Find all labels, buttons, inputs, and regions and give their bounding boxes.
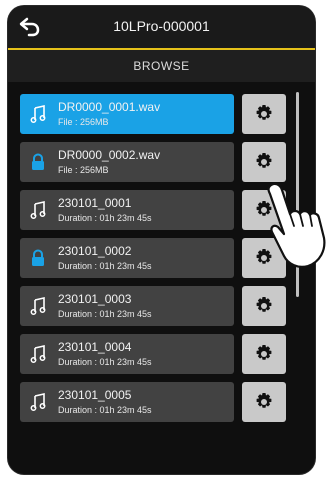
file-name: 230101_0001 — [58, 196, 132, 210]
file-meta: Duration : 01h 23m 45s — [58, 309, 152, 319]
file-name: 230101_0003 — [58, 292, 132, 306]
file-name: DR0000_0001.wav — [58, 100, 161, 114]
gear-icon — [256, 393, 272, 408]
file-card[interactable]: 230101_0003 Duration : 01h 23m 45s — [20, 286, 234, 326]
gear-icon — [256, 345, 272, 360]
lock-icon — [30, 249, 46, 267]
file-name: DR0000_0002.wav — [58, 148, 161, 162]
file-meta: File : 256MB — [58, 117, 109, 127]
section-header: BROWSE — [8, 50, 315, 82]
file-card[interactable]: DR0000_0002.wav File : 256MB — [20, 142, 234, 182]
music-note-icon — [30, 105, 46, 123]
file-meta: Duration : 01h 23m 45s — [58, 357, 152, 367]
list-item[interactable]: DR0000_0001.wav File : 256MB — [20, 94, 306, 134]
list-item[interactable]: 230101_0005 Duration : 01h 23m 45s — [20, 382, 306, 422]
gear-icon — [256, 297, 272, 312]
music-note-icon — [30, 345, 46, 363]
settings-button[interactable] — [242, 382, 286, 422]
settings-button[interactable] — [242, 334, 286, 374]
file-card[interactable]: 230101_0001 Duration : 01h 23m 45s — [20, 190, 234, 230]
list-item[interactable]: 230101_0003 Duration : 01h 23m 45s — [20, 286, 306, 326]
music-note-icon — [30, 393, 46, 411]
file-card[interactable]: 230101_0004 Duration : 01h 23m 45s — [20, 334, 234, 374]
lock-icon — [30, 153, 46, 171]
file-meta: Duration : 01h 23m 45s — [58, 405, 152, 415]
page-title: 10LPro-000001 — [113, 18, 210, 34]
file-name: 230101_0002 — [58, 244, 132, 258]
music-note-icon — [30, 201, 46, 219]
settings-button[interactable] — [242, 94, 286, 134]
file-card[interactable]: 230101_0005 Duration : 01h 23m 45s — [20, 382, 234, 422]
music-note-icon — [30, 297, 46, 315]
gear-icon — [256, 105, 272, 120]
file-meta: File : 256MB — [58, 165, 109, 175]
file-meta: Duration : 01h 23m 45s — [58, 261, 152, 271]
settings-button[interactable] — [242, 142, 286, 182]
top-bar: 10LPro-000001 — [8, 6, 315, 48]
list-item[interactable]: 230101_0004 Duration : 01h 23m 45s — [20, 334, 306, 374]
browse-label: BROWSE — [133, 59, 190, 73]
settings-button[interactable] — [242, 286, 286, 326]
pointing-hand-icon — [267, 182, 326, 268]
file-meta: Duration : 01h 23m 45s — [58, 213, 152, 223]
file-card[interactable]: 230101_0002 Duration : 01h 23m 45s — [20, 238, 234, 278]
list-item[interactable]: DR0000_0002.wav File : 256MB — [20, 142, 306, 182]
file-name: 230101_0004 — [58, 340, 132, 354]
file-card[interactable]: DR0000_0001.wav File : 256MB — [20, 94, 234, 134]
file-name: 230101_0005 — [58, 388, 132, 402]
gear-icon — [256, 153, 272, 168]
